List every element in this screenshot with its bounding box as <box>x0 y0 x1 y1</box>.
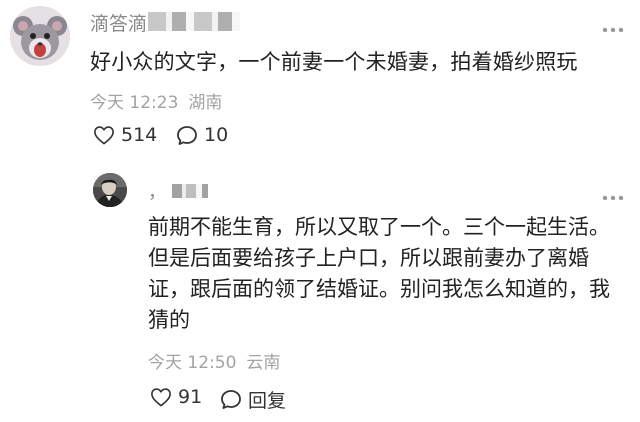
more-dots-icon <box>602 27 624 33</box>
reply-like-count: 91 <box>178 386 203 408</box>
comment-reply-count: 10 <box>204 124 229 146</box>
reply-location: 云南 <box>246 353 281 373</box>
commenter-username[interactable]: 滴答滴 <box>90 9 147 36</box>
redacted-username-blur <box>172 184 208 198</box>
cartoon-mouse-avatar-icon <box>10 6 70 66</box>
comment-like-count: 514 <box>121 124 158 146</box>
reply-more-button[interactable] <box>602 186 624 205</box>
reply-time: 今天 12:50 <box>148 353 237 373</box>
heart-outline-icon <box>151 388 171 407</box>
reply-text: 前期不能生育，所以又取了一个。三个一起生活。但是后面要给孩子上户口，所以跟前妻办… <box>148 215 610 332</box>
reply-reply-button[interactable]: 回复 <box>220 386 286 413</box>
reply-reply-label: 回复 <box>248 390 287 412</box>
redacted-username-blur <box>148 12 240 31</box>
comment-text: 好小众的文字，一个前妻一个未婚妻，拍着婚纱照玩 <box>90 50 578 74</box>
more-dots-icon <box>602 195 624 201</box>
commenter-avatar[interactable] <box>10 6 70 66</box>
speech-bubble-icon <box>177 125 197 145</box>
reply-like-button[interactable]: 91 <box>150 386 202 408</box>
replier-avatar[interactable] <box>93 173 127 207</box>
heart-outline-icon <box>94 126 114 145</box>
replier-username[interactable]: ， <box>148 178 166 204</box>
comment-reply-button[interactable]: 10 <box>176 124 228 146</box>
comment-like-button[interactable]: 514 <box>93 124 157 146</box>
person-photo-avatar-icon <box>93 173 127 207</box>
comment-time: 今天 12:23 <box>90 93 179 113</box>
speech-bubble-icon <box>221 390 241 409</box>
comment-more-button[interactable] <box>602 18 624 37</box>
comment-meta: 今天 12:23 湖南 <box>90 88 222 113</box>
comment-location: 湖南 <box>188 93 223 113</box>
reply-meta: 今天 12:50 云南 <box>148 348 280 373</box>
